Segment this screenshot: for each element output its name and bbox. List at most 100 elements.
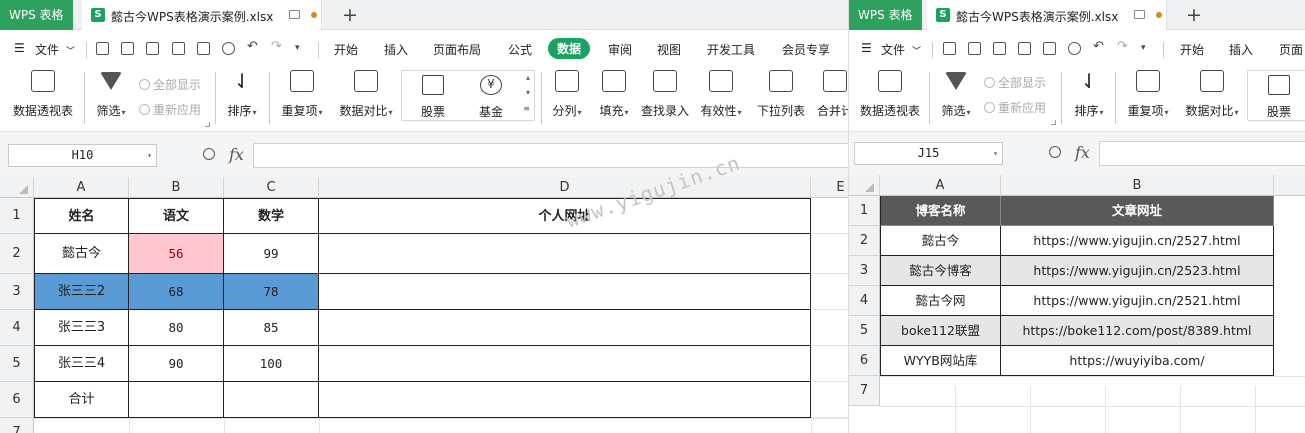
tab-view[interactable]: 视图 xyxy=(657,41,681,58)
export-icon[interactable] xyxy=(1018,42,1031,55)
cell-a2[interactable]: 懿古今 xyxy=(880,226,1001,256)
sheet-grid[interactable]: A B C D E 1 姓名 语文 数学 个人网址 2 懿古今 56 99 3 张三三2 68 78 4 张… xyxy=(0,177,848,433)
document-tab[interactable]: S 懿古今WPS表格演示案例.xlsx xyxy=(927,0,1167,30)
cell-a6[interactable]: WYYB网站库 xyxy=(880,346,1001,376)
row-header-3[interactable]: 3 xyxy=(849,256,880,286)
pivot-table-button[interactable]: 数据透视表 xyxy=(10,70,76,119)
data-type-gallery[interactable]: 股票 xyxy=(1247,70,1305,121)
cell-a6[interactable]: 合计 xyxy=(34,382,129,418)
duplicates-button[interactable]: 重复项▾ xyxy=(276,70,328,119)
gallery-down-icon[interactable]: ▾ xyxy=(526,88,530,97)
function-icon[interactable]: fx xyxy=(1075,143,1090,162)
cell-e5[interactable] xyxy=(811,346,848,382)
new-file-icon[interactable] xyxy=(943,42,956,55)
merge-calc-button[interactable]: 合并计 xyxy=(815,70,848,119)
cell-a2[interactable]: 懿古今 xyxy=(34,234,129,274)
show-all-button[interactable]: 全部显示 xyxy=(139,76,201,93)
column-header-a[interactable]: A xyxy=(880,175,1001,196)
gallery-more-icon[interactable]: ≡ xyxy=(523,104,530,113)
cell-a4[interactable]: 张三三3 xyxy=(34,310,129,346)
cell-b6[interactable]: https://wuyiyiba.com/ xyxy=(1001,346,1274,376)
select-all-corner[interactable] xyxy=(0,177,34,198)
tab-home[interactable]: 开始 xyxy=(334,41,358,58)
fund-button[interactable]: ¥ 基金 xyxy=(474,73,508,120)
cell-a1[interactable]: 姓名 xyxy=(34,198,129,234)
row-header-2[interactable]: 2 xyxy=(849,226,880,256)
row-header-2[interactable]: 2 xyxy=(0,234,34,274)
show-all-button[interactable]: 全部显示 xyxy=(984,74,1046,91)
open-folder-icon[interactable] xyxy=(968,42,981,55)
cell-d4[interactable] xyxy=(319,310,811,346)
undo-icon[interactable]: ↶ xyxy=(1093,39,1105,54)
tab-review[interactable]: 审阅 xyxy=(608,41,632,58)
app-badge[interactable]: WPS 表格 xyxy=(0,0,73,30)
cell-a5[interactable]: boke112联盟 xyxy=(880,316,1001,346)
lookup-entry-button[interactable]: 查找录入 xyxy=(640,70,690,119)
tab-developer[interactable]: 开发工具 xyxy=(707,41,755,58)
cell-c5[interactable]: 100 xyxy=(224,346,319,382)
cell-d3[interactable] xyxy=(319,274,811,310)
redo-icon[interactable]: ↷ xyxy=(1117,39,1129,54)
tab-page-layout[interactable]: 页面布局 xyxy=(433,41,481,58)
gallery-up-icon[interactable]: ▴ xyxy=(526,73,530,82)
row-header-4[interactable]: 4 xyxy=(0,310,34,346)
cell-b1[interactable]: 文章网址 xyxy=(1001,196,1274,226)
cell-c6[interactable] xyxy=(224,382,319,418)
row-header-3[interactable]: 3 xyxy=(0,274,34,310)
cell-b4[interactable]: 80 xyxy=(129,310,224,346)
cell-d2[interactable] xyxy=(319,234,811,274)
stock-button[interactable]: 股票 xyxy=(416,73,450,120)
cell-e1[interactable] xyxy=(811,198,848,234)
formula-input[interactable] xyxy=(1099,141,1305,166)
zoom-search-icon[interactable] xyxy=(203,148,215,160)
sort-button[interactable]: ⇃ 排序▾ xyxy=(1069,70,1109,119)
name-box[interactable]: J15 ▾ xyxy=(854,142,1003,165)
dropdown-list-button[interactable]: 下拉列表 xyxy=(755,70,807,119)
chevron-down-icon[interactable]: ▾ xyxy=(147,145,152,166)
open-folder-icon[interactable] xyxy=(121,42,134,55)
chevron-down-icon[interactable]: ▾ xyxy=(993,143,998,164)
hamburger-icon[interactable]: ☰ xyxy=(14,41,25,55)
chevron-down-icon[interactable]: ﹀ xyxy=(66,44,75,57)
file-menu[interactable]: 文件 xyxy=(35,41,59,58)
cell-e4[interactable] xyxy=(811,310,848,346)
cell-b3[interactable]: 68 xyxy=(129,274,224,310)
function-icon[interactable]: fx xyxy=(229,145,244,164)
preview-icon[interactable] xyxy=(1068,42,1081,55)
zoom-search-icon[interactable] xyxy=(1049,146,1061,158)
cell-d5[interactable] xyxy=(319,346,811,382)
select-all-corner[interactable] xyxy=(849,175,880,196)
cell-a5[interactable]: 张三三4 xyxy=(34,346,129,382)
tab-member[interactable]: 会员专享 xyxy=(782,41,830,58)
new-tab-plus-icon[interactable]: + xyxy=(342,4,358,26)
dropdown-caret-icon[interactable]: ▾ xyxy=(1141,43,1153,56)
save-icon[interactable] xyxy=(146,42,159,55)
tab-insert[interactable]: 插入 xyxy=(1229,41,1253,58)
column-header-b[interactable]: B xyxy=(1001,175,1274,196)
cell-a1[interactable]: 博客名称 xyxy=(880,196,1001,226)
column-header-c[interactable] xyxy=(1274,175,1305,196)
formula-input[interactable] xyxy=(253,143,848,168)
name-box[interactable]: H10 ▾ xyxy=(8,144,157,167)
chevron-down-icon[interactable]: ﹀ xyxy=(912,44,921,57)
redo-icon[interactable]: ↷ xyxy=(271,39,283,54)
cell-b1[interactable]: 语文 xyxy=(129,198,224,234)
pivot-table-button[interactable]: 数据透视表 xyxy=(857,70,923,119)
save-icon[interactable] xyxy=(993,42,1006,55)
print-icon[interactable] xyxy=(197,42,210,55)
preview-icon[interactable] xyxy=(222,42,235,55)
reapply-button[interactable]: 重新应用 xyxy=(139,101,201,118)
row-header-5[interactable]: 5 xyxy=(849,316,880,346)
cell-e3[interactable] xyxy=(811,274,848,310)
reapply-button[interactable]: 重新应用 xyxy=(984,99,1046,116)
undo-icon[interactable]: ↶ xyxy=(247,39,259,54)
data-compare-button[interactable]: 数据对比▾ xyxy=(1181,70,1243,119)
row-header-5[interactable]: 5 xyxy=(0,346,34,382)
cell-e2[interactable] xyxy=(811,234,848,274)
cell-a4[interactable]: 懿古今网 xyxy=(880,286,1001,316)
cell-b5[interactable]: https://boke112.com/post/8389.html xyxy=(1001,316,1274,346)
screen-icon[interactable] xyxy=(1134,10,1145,19)
cell-c3[interactable]: 78 xyxy=(224,274,319,310)
duplicates-button[interactable]: 重复项▾ xyxy=(1122,70,1174,119)
sort-button[interactable]: ⇃ 排序▾ xyxy=(222,70,262,119)
